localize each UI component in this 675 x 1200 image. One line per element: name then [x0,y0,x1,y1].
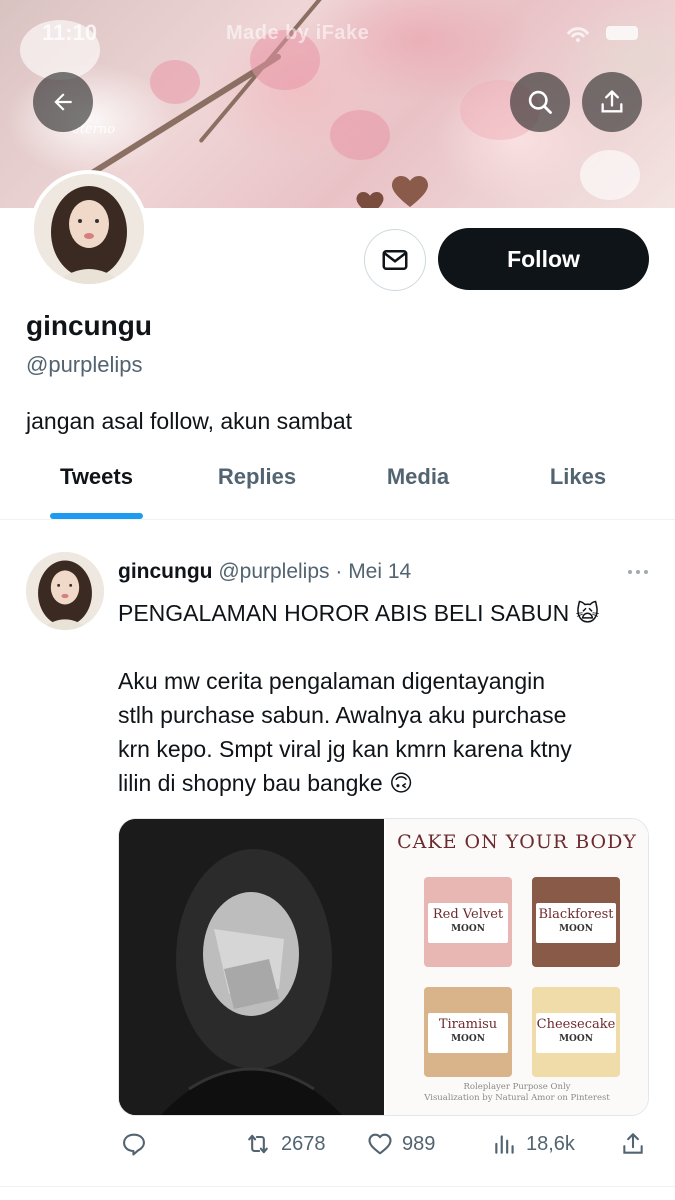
soap-logo: MOON [451,1034,485,1044]
soap-tiramisu: Tiramisu MOON [424,987,512,1077]
tab-media[interactable]: Media [372,464,464,490]
tweet-line: Aku mw cerita pengalaman digentayangin [118,668,546,694]
tweet-handle-date: @purplelips · Mei 14 [218,560,412,583]
profile-bio: jangan asal follow, akun sambat [26,408,353,434]
media-footer-line: Visualization by Natural Amor on Pintere… [424,1093,610,1103]
search-button[interactable] [510,72,570,132]
media-photo-left[interactable] [119,819,384,1115]
media-cake-title: CAKE ON YOUR BODY [397,831,637,853]
heart-cookie-icon [356,192,384,208]
heart-icon [368,1133,392,1155]
soap-label: Tiramisu [438,1017,498,1032]
tweet-author-name[interactable]: gincungu [118,560,212,583]
tweet-header: gincungu @purplelips · Mei 14 [118,560,411,584]
share-icon [623,1133,643,1154]
status-icons [566,26,638,42]
soap-red-velvet: Red Velvet MOON [424,877,512,967]
tweet-line: lilin di shopny bau bangke 🙃 [118,770,414,796]
profile-avatar[interactable] [30,170,148,288]
avatar-image [34,174,144,284]
tweet-actions: 2678 989 18,6k [0,1130,675,1170]
analytics-icon [495,1135,514,1154]
tab-replies[interactable]: Replies [205,464,309,490]
tab-active-indicator [50,513,143,519]
soap-logo: MOON [559,924,593,934]
soap-cheesecake: Cheesecake MOON [532,987,620,1077]
tab-tweets[interactable]: Tweets [50,464,143,490]
media-footer: Roleplayer Purpose Only Visualization by… [386,1082,648,1104]
reply-icon [123,1133,145,1156]
media-photo-right[interactable]: CAKE ON YOUR BODY Red Velvet MOON Blackfo… [384,819,648,1115]
portrait-image [119,819,384,1115]
soap-label: Red Velvet [432,907,504,922]
tweet-media[interactable]: CAKE ON YOUR BODY Red Velvet MOON Blackfo… [118,818,649,1116]
banner-petal [150,60,200,104]
banner-petal [580,150,640,200]
tweet-line: krn kepo. Smpt viral jg kan kmrn karena … [118,736,572,762]
follow-button[interactable]: Follow [438,228,649,290]
tweet-share-button[interactable] [620,1130,646,1158]
status-watermark: Made by iFake [226,22,370,44]
media-footer-line: Roleplayer Purpose Only [463,1082,571,1092]
avatar-image [26,552,104,630]
soap-logo: MOON [559,1034,593,1044]
like-count: 989 [402,1132,436,1155]
banner-petal [330,110,390,160]
tweet-line: stlh purchase sabun. Awalnya aku purchas… [118,702,567,728]
profile-display-name: gincungu [26,310,152,341]
retweet-button[interactable]: 2678 [243,1130,326,1158]
back-button[interactable] [33,72,93,132]
soap-logo: MOON [451,924,485,934]
status-time: 11:10 [42,20,98,45]
divider [0,1186,675,1187]
retweet-icon [248,1134,268,1154]
tweet-avatar[interactable] [26,552,104,630]
view-count: 18,6k [526,1132,575,1155]
like-button[interactable]: 989 [366,1130,435,1158]
share-icon [601,90,623,113]
more-icon[interactable] [626,566,650,578]
soap-label: Cheesecake [536,1017,616,1032]
retweet-count: 2678 [281,1132,326,1155]
reply-button[interactable] [120,1130,148,1158]
heart-cookie-icon [392,176,428,207]
message-button[interactable] [364,229,426,291]
soap-blackforest: Blackforest MOON [532,877,620,967]
soap-label: Blackforest [538,907,614,922]
envelope-icon [382,250,408,270]
views-button[interactable]: 18,6k [492,1130,575,1158]
profile-handle: @purplelips [26,352,143,377]
profile-tabs: Tweets Replies Media Likes [0,452,675,520]
search-icon [528,90,552,114]
share-button[interactable] [582,72,642,132]
tweet-line: PENGALAMAN HOROR ABIS BELI SABUN 🙀 [118,600,600,626]
tab-likes[interactable]: Likes [540,464,616,490]
tweet-body: PENGALAMAN HOROR ABIS BELI SABUN 🙀 Aku m… [118,596,658,800]
arrow-left-icon [54,93,72,111]
